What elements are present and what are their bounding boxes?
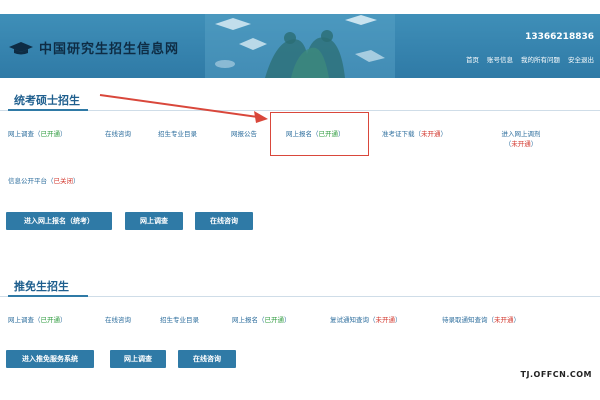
watermark: TJ.OFFCN.COM	[520, 370, 592, 379]
page: 中国研究生招生信息网 13366218836 首页 账号信息 我的所有问题 安全…	[0, 0, 600, 400]
status-badge: 已开通	[40, 130, 61, 138]
online-consult-button[interactable]: 在线咨询	[178, 350, 236, 368]
nav-account-info[interactable]: 账号信息	[487, 54, 513, 64]
site-logo[interactable]: 中国研究生招生信息网	[8, 38, 179, 57]
link-online-registration[interactable]: 网上报名（已开通）	[232, 315, 291, 325]
link-info-disclosure[interactable]: 信息公开平台（已关闭）	[8, 176, 80, 186]
link-admission-ticket[interactable]: 准考证下载（未开通）	[382, 129, 447, 139]
link-program-catalog[interactable]: 招生专业目录	[158, 129, 197, 139]
status-badge: 已关闭	[53, 177, 74, 185]
nav-home[interactable]: 首页	[466, 54, 479, 64]
section-underline	[8, 109, 88, 111]
section-underline	[8, 295, 88, 297]
link-label: 复试通知查询	[330, 316, 369, 324]
link-label: 网上调查	[8, 316, 34, 324]
link-registration-notice[interactable]: 网报公告	[231, 129, 257, 139]
link-label: 进入网上调剂	[501, 130, 541, 138]
online-consult-button[interactable]: 在线咨询	[195, 212, 253, 230]
section-title-unified-exam: 统考硕士招生	[14, 94, 80, 107]
enter-registration-button[interactable]: 进入网上报名（统考）	[6, 212, 112, 230]
link-label: 准考证下载	[382, 130, 415, 138]
status-badge: 未开通	[375, 316, 396, 324]
highlight-box	[270, 112, 369, 156]
link-program-catalog[interactable]: 招生专业目录	[160, 315, 199, 325]
link-admission-notice[interactable]: 待录取通知查询（未开通）	[442, 315, 520, 325]
link-label: 网上报名	[232, 316, 258, 324]
link-online-survey[interactable]: 网上调查（已开通）	[8, 315, 67, 325]
nav-my-questions[interactable]: 我的所有问题	[521, 54, 560, 64]
site-header: 中国研究生招生信息网 13366218836 首页 账号信息 我的所有问题 安全…	[0, 14, 600, 78]
status-badge: 未开通	[421, 130, 441, 138]
status-badge: 已开通	[40, 316, 61, 324]
graduation-illustration	[205, 14, 395, 78]
top-nav: 首页 账号信息 我的所有问题 安全退出	[466, 54, 594, 64]
link-online-survey[interactable]: 网上调查（已开通）	[8, 129, 67, 139]
link-online-consult[interactable]: 在线咨询	[105, 129, 131, 139]
link-retest-notice[interactable]: 复试通知查询（未开通）	[330, 315, 402, 325]
site-title: 中国研究生招生信息网	[39, 42, 180, 57]
status-badge: 已开通	[264, 316, 285, 324]
nav-logout[interactable]: 安全退出	[568, 54, 594, 64]
section-title-recommended: 推免生招生	[14, 280, 69, 293]
enter-recommend-system-button[interactable]: 进入推免服务系统	[6, 350, 94, 368]
section-divider	[0, 110, 600, 111]
link-label: 待录取通知查询	[442, 316, 488, 324]
link-label: 网上调查	[8, 130, 34, 138]
link-online-adjustment[interactable]: 进入网上调剂 （未开通）	[486, 129, 556, 149]
user-phone: 13366218836	[525, 32, 594, 42]
link-online-consult[interactable]: 在线咨询	[105, 315, 131, 325]
status-badge: 未开通	[494, 316, 514, 324]
link-label: 信息公开平台	[8, 177, 47, 185]
online-survey-button[interactable]: 网上调查	[125, 212, 183, 230]
section-divider	[0, 296, 600, 297]
mortarboard-icon	[9, 41, 33, 54]
status-badge: 未开通	[511, 140, 531, 148]
online-survey-button[interactable]: 网上调查	[110, 350, 166, 368]
